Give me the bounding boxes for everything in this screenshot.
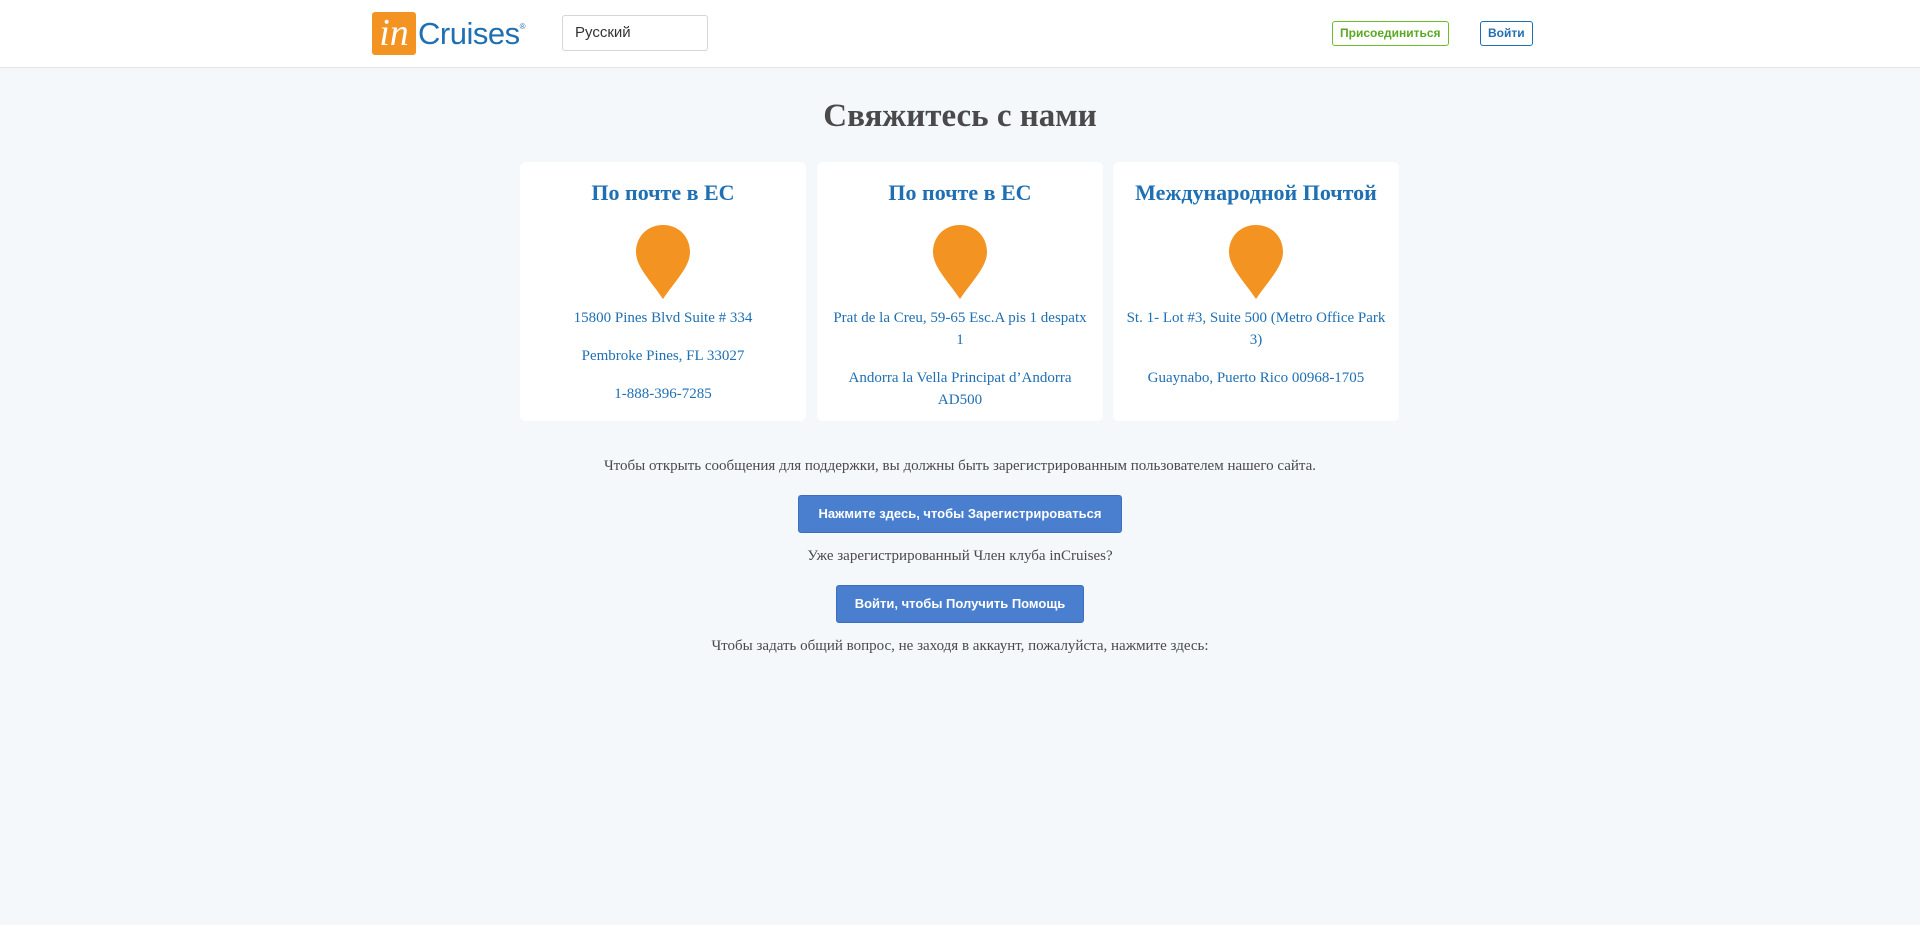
login-button[interactable]: Войти	[1480, 21, 1533, 46]
card-address-line: Andorra la Vella Principat d’Andorra AD5…	[848, 370, 1072, 408]
language-select[interactable]: Русский	[562, 15, 708, 51]
contact-card-us: По почте в ЕС 15800 Pines Blvd Suite # 3…	[520, 162, 806, 421]
logo-wordmark: Cruises	[418, 16, 520, 51]
join-button[interactable]: Присоединиться	[1332, 21, 1449, 46]
card-address-line: Prat de la Creu, 59-65 Esc.A pis 1 despa…	[833, 310, 1087, 348]
card-address-line: 15800 Pines Blvd Suite # 334	[573, 310, 753, 326]
login-help-button[interactable]: Войти, чтобы Получить Помощь	[836, 585, 1084, 623]
support-notice: Чтобы открыть сообщения для поддержки, в…	[603, 458, 1317, 474]
card-address-line: Guaynabo, Puerto Rico 00968-1705	[1147, 370, 1365, 386]
contact-card-international: Международной Почтой St. 1- Lot #3, Suit…	[1113, 162, 1399, 421]
map-pin-icon	[636, 225, 690, 299]
card-address-line: Pembroke Pines, FL 33027	[581, 348, 745, 364]
site-header: in Cruises ® Русский Присоединиться Войт…	[0, 0, 1920, 68]
already-member-text: Уже зарегистрированный Член клуба inCrui…	[807, 548, 1113, 564]
incruises-logo[interactable]: in Cruises ®	[372, 12, 526, 55]
logo-registered-mark: ®	[519, 22, 526, 31]
general-question-text: Чтобы задать общий вопрос, не заходя в а…	[711, 638, 1209, 654]
card-title: По почте в ЕС	[591, 180, 735, 205]
logo-in-mark: in	[372, 12, 416, 55]
page-title: Свяжитесь с нами	[823, 98, 1097, 134]
map-pin-icon	[1229, 225, 1283, 299]
card-address-line: St. 1- Lot #3, Suite 500 (Metro Office P…	[1126, 310, 1386, 348]
map-pin-icon	[933, 225, 987, 299]
register-button[interactable]: Нажмите здесь, чтобы Зарегистрироваться	[798, 495, 1122, 533]
contact-card-andorra: По почте в ЕС Prat de la Creu, 59-65 Esc…	[817, 162, 1103, 421]
card-title: По почте в ЕС	[888, 180, 1032, 205]
card-title: Международной Почтой	[1135, 180, 1377, 205]
card-phone-line[interactable]: 1-888-396-7285	[532, 383, 794, 405]
